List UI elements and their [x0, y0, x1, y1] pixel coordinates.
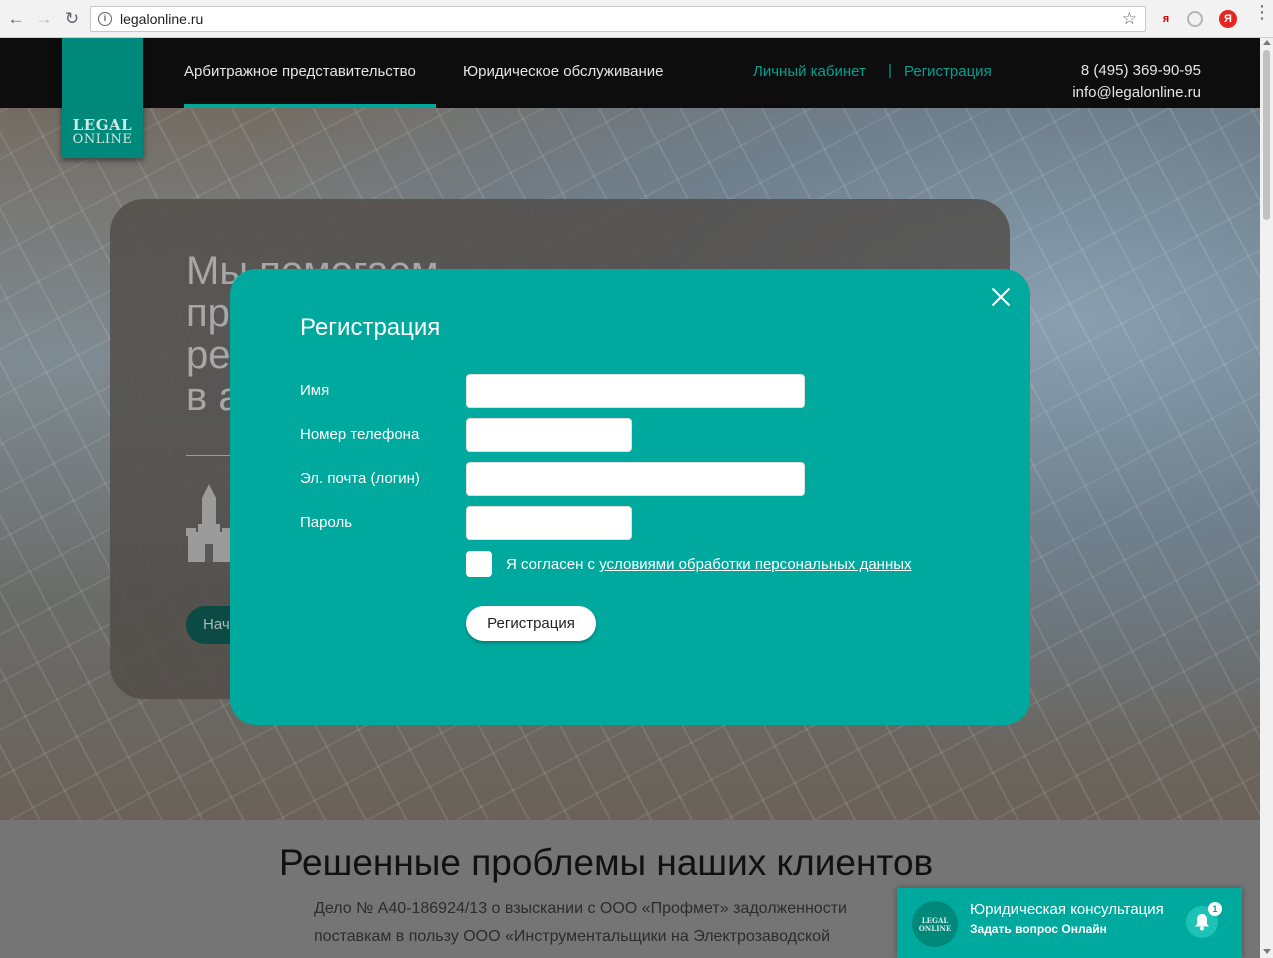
url-text[interactable]: legalonline.ru — [120, 11, 203, 27]
info-icon[interactable]: i — [98, 12, 112, 26]
bookmark-star-icon[interactable]: ☆ — [1122, 9, 1137, 29]
account-link[interactable]: Личный кабинет — [753, 63, 866, 80]
close-icon[interactable] — [991, 287, 1011, 307]
consent-terms-link[interactable]: условиями обработки персональных данных — [599, 556, 911, 573]
arrow-right-icon[interactable]: → — [34, 9, 54, 29]
email-link[interactable]: info@legalonline.ru — [1072, 84, 1201, 101]
register-link[interactable]: Регистрация — [904, 63, 992, 80]
nav-arbitration-link[interactable]: Арбитражное представительство — [184, 63, 416, 80]
chat-subtitle: Задать вопрос Онлайн — [970, 922, 1107, 936]
email-input[interactable] — [466, 462, 805, 496]
phone-number[interactable]: 8 (495) 369-90-95 — [1081, 62, 1201, 79]
menu-dots-icon[interactable]: ⋮ — [1253, 3, 1271, 21]
name-input[interactable] — [466, 374, 805, 408]
chat-logo: LEGAL ONLINE — [912, 901, 958, 947]
consent-prefix: Я согласен с — [506, 556, 600, 573]
browser-toolbar: ← → ↻ i legalonline.ru ☆ я Я ⋮ — [0, 0, 1273, 38]
chat-widget[interactable]: LEGAL ONLINE Юридическая консультация За… — [897, 888, 1242, 958]
yandex-extension-icon[interactable]: я — [1157, 10, 1175, 28]
account-separator: | — [888, 62, 892, 79]
extension-circle-icon[interactable] — [1187, 11, 1203, 27]
site-header: Арбитражное представительство Юридическо… — [0, 38, 1260, 108]
case-text-line: поставкам в пользу ООО «Инструментальщик… — [314, 928, 831, 945]
address-bar[interactable]: i legalonline.ru ☆ — [90, 6, 1146, 32]
case-text-line: Дело № А40-186924/13 о взыскании с ООО «… — [314, 900, 847, 917]
section-title: Решенные проблемы наших клиентов — [279, 842, 934, 883]
password-input[interactable] — [466, 506, 632, 540]
scroll-up-arrow-icon[interactable] — [1263, 40, 1271, 45]
chat-logo-line2: ONLINE — [918, 924, 952, 933]
consent-label: Я согласен с условиями обработки персона… — [506, 556, 912, 573]
modal-title: Регистрация — [300, 314, 441, 341]
nav-legal-service-link[interactable]: Юридическое обслуживание — [463, 63, 664, 80]
page: Арбитражное представительство Юридическо… — [0, 38, 1260, 958]
reload-icon[interactable]: ↻ — [62, 9, 82, 29]
yandex-button-icon[interactable]: Я — [1219, 10, 1237, 28]
register-submit-button[interactable]: Регистрация — [466, 606, 596, 641]
kremlin-icon — [186, 484, 232, 562]
chat-title: Юридическая консультация — [970, 901, 1164, 918]
scroll-thumb[interactable] — [1263, 50, 1270, 220]
consent-checkbox[interactable] — [466, 551, 492, 577]
phone-input[interactable] — [466, 418, 632, 452]
page-scrollbar[interactable] — [1260, 38, 1273, 958]
phone-label: Номер телефона — [300, 426, 420, 443]
name-label: Имя — [300, 382, 330, 399]
site-logo[interactable]: LEGAL ONLINE — [62, 38, 143, 158]
scroll-down-arrow-icon[interactable] — [1263, 949, 1271, 954]
nav-active-indicator — [184, 104, 436, 108]
bell-icon — [1195, 914, 1209, 931]
password-label: Пароль — [300, 514, 353, 531]
logo-line2: ONLINE — [72, 132, 133, 147]
registration-modal: Регистрация Имя Номер телефона Эл. почта… — [230, 269, 1030, 725]
notification-badge: 1 — [1208, 902, 1222, 916]
arrow-left-icon[interactable]: ← — [6, 9, 26, 29]
email-label: Эл. почта (логин) — [300, 470, 420, 487]
